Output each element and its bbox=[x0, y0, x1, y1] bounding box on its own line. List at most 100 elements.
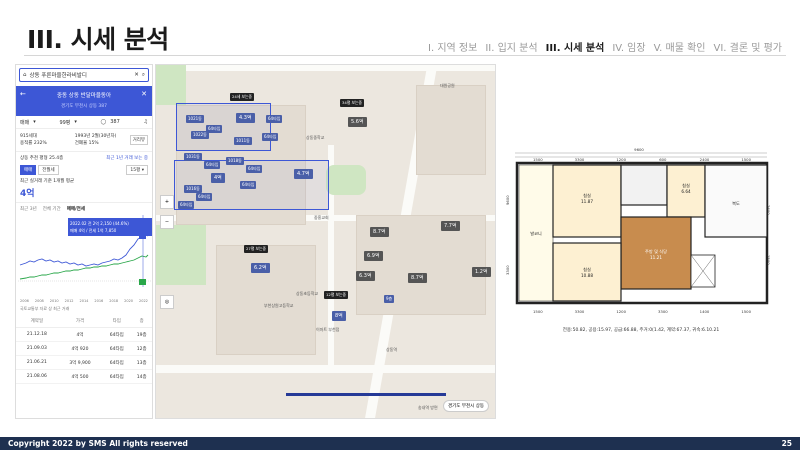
price-pin[interactable]: 8.7억 bbox=[408, 273, 427, 283]
recent-label: 최근 실거래 기준 1개월 평균 bbox=[20, 179, 75, 184]
period-tabs: 최근 3년 전체 기간 매매/전세 bbox=[16, 203, 152, 215]
type-tabs: 매매 ▾ 99평 ▾ ◯ 387 ♫ bbox=[16, 116, 152, 129]
price-pin[interactable]: 6.3억 bbox=[356, 271, 375, 281]
table-cell: 21.09.03 bbox=[16, 341, 58, 356]
price-pin[interactable]: 64타입 bbox=[266, 115, 283, 123]
chip-trade[interactable]: 매매 bbox=[20, 165, 37, 175]
period-tab[interactable]: 최근 3년 bbox=[20, 206, 37, 212]
nav-item[interactable]: IV. 임장 bbox=[612, 39, 645, 54]
home-icon[interactable]: ⌂ bbox=[23, 72, 27, 78]
period-tab[interactable]: 매매/전세 bbox=[67, 206, 85, 212]
households: 915세대 bbox=[20, 134, 37, 139]
zoom-out-button[interactable]: − bbox=[160, 215, 174, 229]
nav-item[interactable]: VI. 결론 및 평가 bbox=[713, 39, 782, 54]
slide-title: III. 시세 분석 bbox=[27, 25, 169, 54]
column-header: 층 bbox=[131, 315, 152, 328]
column-header: 가격 bbox=[57, 315, 103, 328]
price-pin[interactable]: 8억 bbox=[332, 311, 346, 321]
price-pin[interactable]: 1018동 bbox=[226, 157, 244, 165]
chip-jeonse[interactable]: 전월세 bbox=[38, 165, 59, 175]
table-cell: 21.06.21 bbox=[16, 355, 58, 370]
table-row: 21.09.03 4억 920 64타입 12층 bbox=[16, 341, 152, 356]
viewing-tag: 27평 보는중 bbox=[244, 245, 269, 253]
table-cell: 3억 9,900 bbox=[57, 355, 103, 370]
price-pin[interactable]: 64타입 bbox=[196, 193, 213, 201]
price-pin[interactable]: 64타입 bbox=[178, 201, 195, 209]
dim-label: 3300 bbox=[658, 309, 668, 314]
nav-item[interactable]: II. 입지 분석 bbox=[485, 39, 537, 54]
dim-label: 1400 bbox=[700, 309, 710, 314]
park-area bbox=[326, 165, 366, 195]
price-pin[interactable]: 5.6억 bbox=[348, 117, 367, 127]
price-pin[interactable]: 1016동 bbox=[184, 185, 202, 193]
area-link[interactable]: 최근 1년 거래 보는 중 bbox=[106, 155, 148, 161]
floor-area-ratio: 용적률 232% bbox=[20, 141, 47, 146]
area-select[interactable]: 15평 ▾ bbox=[126, 165, 148, 175]
table-cell: 14층 bbox=[131, 369, 152, 384]
map-location-button[interactable]: 경기도 부천시 상동 bbox=[443, 400, 489, 412]
year-tick: 2014 bbox=[79, 299, 89, 303]
subway-line bbox=[286, 393, 446, 396]
year-tick: 2008 bbox=[34, 299, 44, 303]
price-pin[interactable]: 1.2억 bbox=[472, 267, 491, 277]
dim-label: 1200 bbox=[616, 157, 626, 162]
listing-panel: ⌂ 상동 푸른마을한라비발디 ✕ ⌕ ← 중동 상동 반달마을동아 경기도 부천… bbox=[15, 64, 153, 419]
search-icon[interactable]: ⌕ bbox=[142, 72, 145, 79]
table-cell: 13층 bbox=[131, 355, 152, 370]
price-pin[interactable]: 8.7억 bbox=[370, 227, 389, 237]
park-area bbox=[156, 65, 186, 105]
deals-table: 계약일 가격 타입 층 21.12.18 4억 64타입 19층 21.09.03 4억 920… bbox=[16, 315, 152, 384]
deals-note: 국토교통부 자료 상 최근 거래 bbox=[20, 306, 70, 311]
table-cell: 12층 bbox=[131, 341, 152, 356]
price-pin[interactable]: 6.9억 bbox=[364, 251, 383, 261]
chevron-down-icon[interactable]: ▾ bbox=[33, 119, 36, 125]
bathroom-room bbox=[620, 164, 668, 206]
search-bar[interactable]: ⌂ 상동 푸른마을한라비발디 ✕ ⌕ bbox=[19, 68, 149, 82]
price-pin[interactable]: 64타입 bbox=[204, 161, 221, 169]
zoom-in-button[interactable]: + bbox=[160, 195, 174, 209]
price-pin[interactable]: 1022동 bbox=[191, 131, 209, 139]
search-input[interactable]: 상동 푸른마을한라비발디 bbox=[30, 71, 132, 79]
location-button[interactable]: ◎ bbox=[160, 295, 174, 309]
apartment-block bbox=[416, 85, 486, 175]
close-icon[interactable]: ✕ bbox=[134, 72, 139, 78]
price-pin[interactable]: 4.3억 bbox=[236, 113, 255, 123]
dim-label: 1500 bbox=[741, 157, 751, 162]
footer: Copyright 2022 by SMS All rights reserve… bbox=[0, 437, 800, 450]
complex-map[interactable]: + − ◎ 경기도 부천시 상동 64타입 1021동 1022동 4.3억 64타입 6… bbox=[155, 64, 496, 419]
dim-left: 9600 bbox=[505, 195, 510, 205]
price-pin[interactable]: 6.2억 bbox=[251, 263, 270, 273]
table-cell: 21.12.18 bbox=[16, 327, 58, 342]
bell-icon[interactable]: ♫ bbox=[144, 119, 148, 125]
chevron-down-icon[interactable]: ▾ bbox=[74, 119, 77, 125]
nav-item[interactable]: V. 매물 확인 bbox=[654, 39, 706, 54]
price-pin[interactable]: 64타입 bbox=[246, 165, 263, 173]
dim-label: 1500 bbox=[741, 309, 751, 314]
price-pin[interactable]: 7.7억 bbox=[441, 221, 460, 231]
room-label: 침실 bbox=[682, 182, 690, 188]
table-cell: 4억 500 bbox=[57, 369, 103, 384]
period-tab[interactable]: 전체 기간 bbox=[43, 206, 61, 212]
room-label: 침실 bbox=[583, 266, 591, 272]
price-pin[interactable]: 4억 bbox=[211, 173, 225, 183]
price-pin[interactable]: 9층 bbox=[384, 295, 395, 303]
price-pin[interactable]: 1021동 bbox=[186, 115, 204, 123]
close-icon[interactable]: ✕ bbox=[141, 90, 147, 98]
nav-item[interactable]: I. 지역 정보 bbox=[428, 39, 477, 54]
year-tick: 2006 bbox=[20, 299, 29, 303]
tab-trade[interactable]: 매매 bbox=[20, 119, 29, 126]
price-pin[interactable]: 1011동 bbox=[234, 137, 252, 145]
comment-icon[interactable]: ◯ bbox=[101, 119, 107, 125]
tab-area[interactable]: 99평 bbox=[59, 119, 70, 126]
price-pin[interactable]: 4.7억 bbox=[294, 169, 313, 179]
place-label: 상동역 bbox=[386, 347, 398, 352]
street-view-button[interactable]: 거리뷰 bbox=[129, 135, 149, 145]
chart-tooltip: 2022.02 전 2억 2,150 (44.6%) 매매 4억 / 전세 1억… bbox=[68, 218, 152, 236]
price-chart[interactable]: 2022.02 전 2억 2,150 (44.6%) 매매 4억 / 전세 1억… bbox=[18, 215, 152, 303]
price-pin[interactable]: 64타입 bbox=[240, 181, 257, 189]
nav-item[interactable]: III. 시세 분석 bbox=[546, 39, 605, 54]
floor-plan-caption: 전용:50.82, 공용:15.97, 공급:66.88, 주거:0(1.42,… bbox=[562, 328, 720, 333]
page-number: 25 bbox=[781, 439, 792, 448]
price-pin[interactable]: 64타입 bbox=[262, 133, 279, 141]
price-pin[interactable]: 1031동 bbox=[184, 153, 202, 161]
